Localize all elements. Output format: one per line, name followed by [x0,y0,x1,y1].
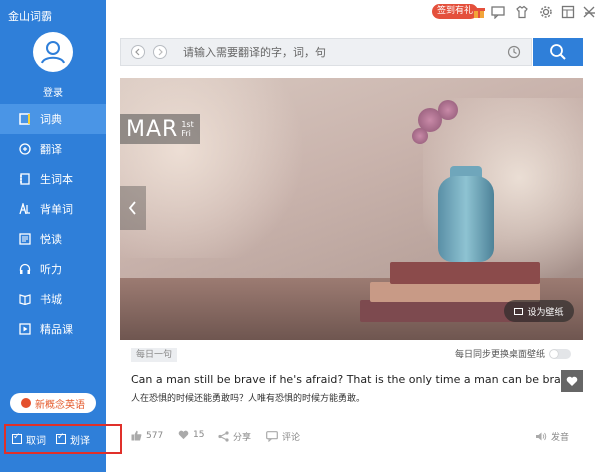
new-concept-logo-icon [21,398,31,408]
login-link[interactable]: 登录 [0,84,106,99]
fetch-word-label: 取词 [26,435,46,447]
back-button[interactable] [131,45,145,59]
reading-icon [18,232,32,246]
fetch-word-checkbox[interactable]: 取词 [12,432,46,447]
sidebar: 金山词霸 登录 词典 翻译 生词本 背单词 悦读 听力 书城 精品课 新概念英语 [0,0,106,472]
comment-button[interactable]: 评论 [266,430,300,443]
daily-sentence-tag: 每日一句 [131,348,178,362]
like-count: 577 [146,430,164,441]
sidebar-item-bookstore[interactable]: 书城 [0,284,106,314]
translate-icon [18,142,32,156]
date-month: MAR [126,116,179,142]
share-label: 分享 [233,433,252,443]
search-button[interactable] [533,38,583,66]
sidebar-item-label: 悦读 [40,233,62,246]
sidebar-item-label: 书城 [40,293,62,306]
favorite-count-button[interactable]: 15 [178,430,204,440]
bookstore-icon [18,292,32,306]
sidebar-item-reading[interactable]: 悦读 [0,224,106,254]
user-icon [41,41,65,64]
sidebar-item-translate[interactable]: 翻译 [0,134,106,164]
select-translate-checkbox[interactable]: 划译 [56,432,90,447]
headphones-icon [18,262,32,276]
settings-gear-icon[interactable] [539,5,553,19]
comment-icon [266,431,278,442]
promo-label: 新概念英语 [35,399,85,411]
sidebar-item-courses[interactable]: 精品课 [0,314,106,344]
comment-label: 评论 [282,433,301,443]
avatar[interactable] [33,32,73,72]
favorite-count: 15 [193,430,205,440]
video-course-icon [18,322,32,336]
forward-button[interactable] [153,45,167,59]
gift-icon[interactable] [472,5,486,19]
date-weekday: Fri [181,129,191,138]
book-icon [18,112,32,126]
wallpaper-sync-label: 每日同步更换桌面壁纸 [455,350,546,360]
notebook-icon [18,172,32,186]
mini-mode-icon[interactable] [561,5,575,19]
window-close-icon[interactable] [583,5,597,19]
new-concept-english-button[interactable]: 新概念英语 [10,393,96,413]
like-button[interactable]: 577 [131,430,163,441]
skin-icon[interactable] [515,5,529,19]
checkbox-icon [56,432,66,444]
wallpaper-sync-toggle[interactable] [549,348,572,359]
daily-sentence-chinese: 人在恐惧的时候还能勇敢吗？人唯有恐惧的时候方能勇敢。 [131,394,366,404]
set-wallpaper-button[interactable]: 设为壁纸 [504,300,574,322]
sidebar-item-wordbook[interactable]: 生词本 [0,164,106,194]
date-day: 1st [181,120,194,129]
share-icon [218,431,229,442]
banner-prev-button[interactable] [120,186,146,230]
book-decoration [370,282,540,302]
sidebar-item-label: 词典 [40,113,62,126]
sidebar-footer-options: 取词 划译 [4,424,122,454]
search-bar [120,38,532,66]
sidebar-item-flashcards[interactable]: 背单词 [0,194,106,224]
sidebar-nav: 词典 翻译 生词本 背单词 悦读 听力 书城 精品课 [0,104,106,344]
app-title: 金山词霸 [8,10,52,23]
date-label: MAR 1st Fri [120,114,200,144]
sidebar-item-label: 精品课 [40,323,73,336]
book-decoration [390,262,540,284]
sidebar-item-listening[interactable]: 听力 [0,254,106,284]
checkbox-icon [12,432,22,444]
daily-sentence-english: Can a man still be brave if he's afraid?… [131,373,578,386]
select-translate-label: 划译 [70,435,90,447]
flower-decoration [412,128,428,144]
heart-icon [178,430,189,440]
sidebar-item-label: 翻译 [40,143,62,156]
title-bar: 签到有礼 [106,0,600,28]
chevron-left-icon [135,48,140,56]
sidebar-item-label: 生词本 [40,173,73,186]
history-clock-icon[interactable] [507,45,521,59]
search-input[interactable] [183,43,493,61]
chevron-left-icon [128,201,136,215]
share-button[interactable]: 分享 [218,430,251,443]
wallpaper-sync-option: 每日同步更换桌面壁纸 [455,347,572,360]
daily-wallpaper-image: MAR 1st Fri 设为壁纸 [120,78,583,340]
monitor-icon [514,307,524,315]
pronounce-button[interactable]: 发音 [535,430,569,443]
search-icon [550,44,566,60]
chevron-right-icon [158,48,163,56]
feedback-icon[interactable] [491,5,505,19]
sidebar-item-label: 背单词 [40,203,73,216]
sidebar-item-dictionary[interactable]: 词典 [0,104,106,134]
heart-icon [566,376,578,386]
set-wallpaper-label: 设为壁纸 [527,307,564,318]
flower-decoration [438,100,458,120]
speaker-icon [536,432,547,441]
thumbs-up-icon [131,430,142,441]
favorite-button[interactable] [561,370,583,392]
vase-decoration [438,176,494,262]
pronounce-label: 发音 [551,433,570,443]
flashcard-icon [18,202,32,216]
sidebar-item-label: 听力 [40,263,62,276]
